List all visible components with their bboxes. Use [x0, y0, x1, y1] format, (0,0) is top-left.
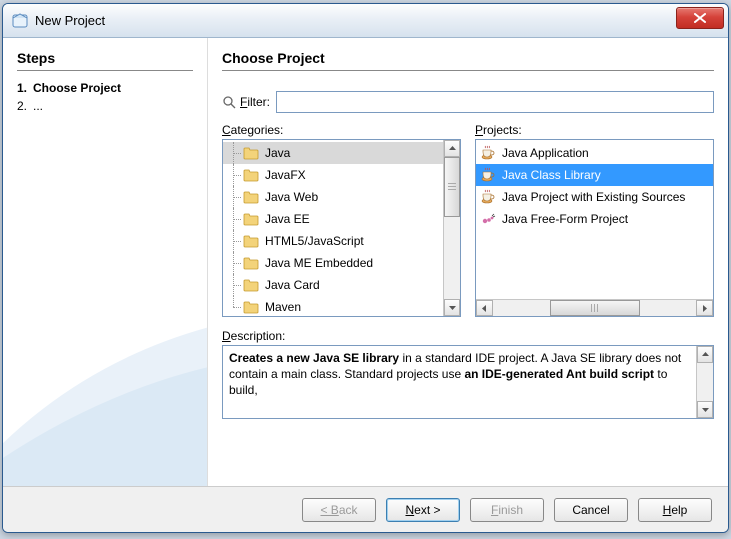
button-bar: < Back Next > Finish Cancel Help — [3, 486, 728, 532]
project-label: Java Application — [502, 146, 589, 160]
scroll-down-icon[interactable] — [444, 299, 460, 316]
folder-icon — [243, 256, 259, 270]
folder-icon — [243, 212, 259, 226]
steps-pane: Steps 1.Choose Project 2.... — [3, 38, 207, 486]
steps-list: 1.Choose Project 2.... — [17, 79, 193, 115]
java-cup-icon — [480, 145, 496, 161]
tree-line-icon — [227, 208, 243, 230]
category-label: HTML5/JavaScript — [265, 234, 364, 248]
projects-column: Projects: Java Application Java Class Lib… — [475, 123, 714, 317]
step-number: 2. — [17, 99, 33, 113]
category-item[interactable]: Java Web — [223, 186, 443, 208]
scroll-thumb[interactable] — [550, 300, 640, 316]
tree-line-icon — [227, 142, 243, 164]
filter-row: Filter: — [222, 91, 714, 113]
categories-listbox[interactable]: Java JavaFX Java Web Java EE HTML5/JavaScrip… — [222, 139, 461, 317]
project-item[interactable]: Java Application — [476, 142, 713, 164]
category-item[interactable]: Java EE — [223, 208, 443, 230]
step-label: Choose Project — [33, 81, 121, 95]
category-label: Java — [265, 146, 290, 160]
description-box: Creates a new Java SE library in a stand… — [222, 345, 714, 419]
description-label: Description: — [222, 329, 714, 343]
cancel-button[interactable]: Cancel — [554, 498, 628, 522]
category-label: Java Web — [265, 190, 318, 204]
filter-label: Filter: — [240, 95, 270, 109]
folder-icon — [243, 146, 259, 160]
app-icon — [11, 12, 29, 30]
tree-line-icon — [227, 164, 243, 186]
category-label: Java EE — [265, 212, 310, 226]
projects-label: Projects: — [475, 123, 714, 137]
category-item[interactable]: Java ME Embedded — [223, 252, 443, 274]
main-heading: Choose Project — [222, 50, 714, 66]
scroll-up-icon[interactable] — [444, 140, 460, 157]
projects-listbox[interactable]: Java Application Java Class Library Java P… — [475, 139, 714, 317]
tree-line-icon — [227, 252, 243, 274]
category-item[interactable]: HTML5/JavaScript — [223, 230, 443, 252]
filter-input[interactable] — [276, 91, 714, 113]
scrollbar-vertical[interactable] — [696, 346, 713, 418]
categories-column: Categories: Java JavaFX Java Web Java EE HTM… — [222, 123, 461, 317]
help-button[interactable]: Help — [638, 498, 712, 522]
categories-label: Categories: — [222, 123, 461, 137]
tree-line-icon — [227, 230, 243, 252]
window-title: New Project — [35, 13, 105, 28]
next-button[interactable]: Next > — [386, 498, 460, 522]
scrollbar-horizontal[interactable] — [476, 299, 713, 316]
step-label: ... — [33, 99, 43, 113]
folder-icon — [243, 300, 259, 314]
tree-line-icon — [227, 186, 243, 208]
finish-button[interactable]: Finish — [470, 498, 544, 522]
titlebar: New Project — [3, 4, 728, 38]
java-cup-icon — [480, 167, 496, 183]
close-button[interactable] — [676, 7, 724, 29]
content-area: Steps 1.Choose Project 2.... Choose Proj… — [3, 38, 728, 486]
back-button[interactable]: < Back — [302, 498, 376, 522]
lists-row: Categories: Java JavaFX Java Web Java EE HTM… — [222, 123, 714, 317]
scroll-right-icon[interactable] — [696, 300, 713, 316]
step-item: 2.... — [17, 97, 193, 115]
category-item[interactable]: Java — [223, 142, 443, 164]
project-label: Java Class Library — [502, 168, 601, 182]
divider — [17, 70, 193, 71]
category-label: Java ME Embedded — [265, 256, 373, 270]
tree-line-icon — [227, 296, 243, 316]
scroll-down-icon[interactable] — [697, 401, 713, 418]
category-label: JavaFX — [265, 168, 306, 182]
project-label: Java Project with Existing Sources — [502, 190, 685, 204]
scroll-thumb[interactable] — [444, 157, 460, 217]
folder-icon — [243, 168, 259, 182]
search-icon — [222, 95, 236, 109]
main-pane: Choose Project Filter: Categories: JavaJ… — [207, 38, 728, 486]
project-label: Java Free-Form Project — [502, 212, 628, 226]
tree-line-icon — [227, 274, 243, 296]
scroll-left-icon[interactable] — [476, 300, 493, 316]
category-item[interactable]: JavaFX — [223, 164, 443, 186]
project-item[interactable]: Java Class Library — [476, 164, 713, 186]
step-item: 1.Choose Project — [17, 79, 193, 97]
dialog-window: New Project Steps 1.Choose Project 2....… — [2, 3, 729, 533]
steps-heading: Steps — [17, 50, 193, 66]
folder-icon — [243, 234, 259, 248]
ant-icon — [480, 211, 496, 227]
divider — [222, 70, 714, 71]
project-item[interactable]: Java Project with Existing Sources — [476, 186, 713, 208]
category-item[interactable]: Maven — [223, 296, 443, 316]
scroll-up-icon[interactable] — [697, 346, 713, 363]
folder-icon — [243, 278, 259, 292]
description-text: Creates a new Java SE library in a stand… — [223, 346, 696, 418]
folder-icon — [243, 190, 259, 204]
java-cup-icon — [480, 189, 496, 205]
step-number: 1. — [17, 81, 33, 95]
scrollbar-vertical[interactable] — [443, 140, 460, 316]
category-item[interactable]: Java Card — [223, 274, 443, 296]
decorative-swoosh — [3, 306, 207, 486]
category-label: Java Card — [265, 278, 320, 292]
category-label: Maven — [265, 300, 301, 314]
project-item[interactable]: Java Free-Form Project — [476, 208, 713, 230]
